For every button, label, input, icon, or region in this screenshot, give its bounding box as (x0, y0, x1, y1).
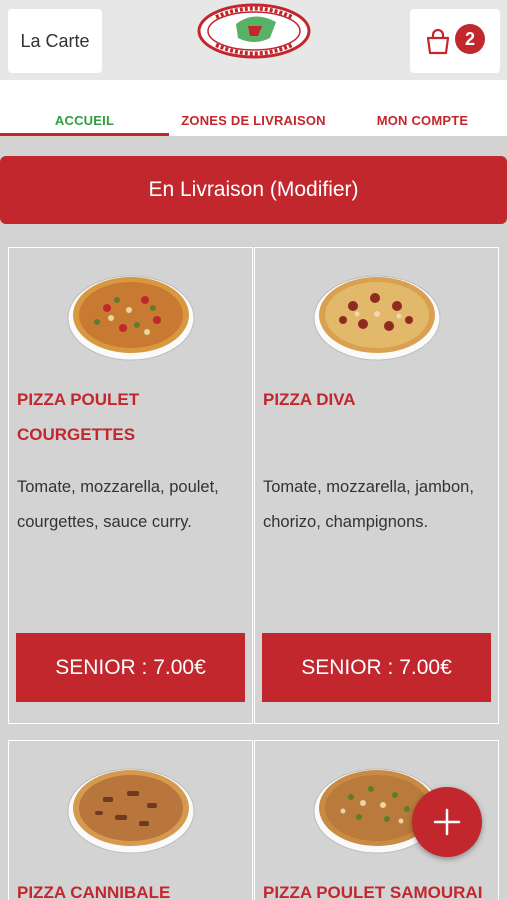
active-tab-indicator (0, 133, 169, 136)
la-carte-button[interactable]: La Carte (8, 9, 102, 73)
main-tabs: ACCUEIL ZONES DE LIVRAISON MON COMPTE (0, 80, 507, 136)
product-description: Tomate, mozzarella, jambon, chorizo, cha… (263, 478, 474, 531)
plus-icon (433, 808, 461, 836)
shopping-bag-icon (426, 29, 450, 55)
add-fab-button[interactable] (412, 787, 482, 857)
product-card[interactable]: PIZZA CANNIBALE (8, 740, 253, 900)
cart-count-badge: 2 (455, 24, 485, 54)
tab-zones-de-livraison[interactable]: ZONES DE LIVRAISON (169, 80, 338, 136)
product-name: PIZZA CANNIBALE (17, 883, 171, 900)
add-senior-button[interactable]: SENIOR : 7.00€ (262, 633, 491, 702)
product-card[interactable]: PIZZA POULET COURGETTES Tomate, mozzarel… (8, 247, 253, 724)
pizza-image (67, 768, 195, 854)
italy-food-logo[interactable] (196, 2, 312, 60)
product-name: PIZZA POULET COURGETTES (17, 390, 140, 444)
delivery-mode-button[interactable]: En Livraison (Modifier) (0, 156, 507, 224)
product-name: PIZZA DIVA (263, 390, 356, 409)
product-description: Tomate, mozzarella, poulet, courgettes, … (17, 478, 219, 531)
pizza-image (313, 275, 441, 361)
cart-button[interactable]: 2 (410, 9, 500, 73)
pizza-image (67, 275, 195, 361)
product-card[interactable]: PIZZA DIVA Tomate, mozzarella, jambon, c… (254, 247, 499, 724)
add-senior-button[interactable]: SENIOR : 7.00€ (16, 633, 245, 702)
product-name: PIZZA POULET SAMOURAI (263, 883, 483, 900)
tab-mon-compte[interactable]: MON COMPTE (338, 80, 507, 136)
tab-accueil[interactable]: ACCUEIL (0, 80, 169, 136)
app-header: La Carte 2 (0, 0, 507, 80)
